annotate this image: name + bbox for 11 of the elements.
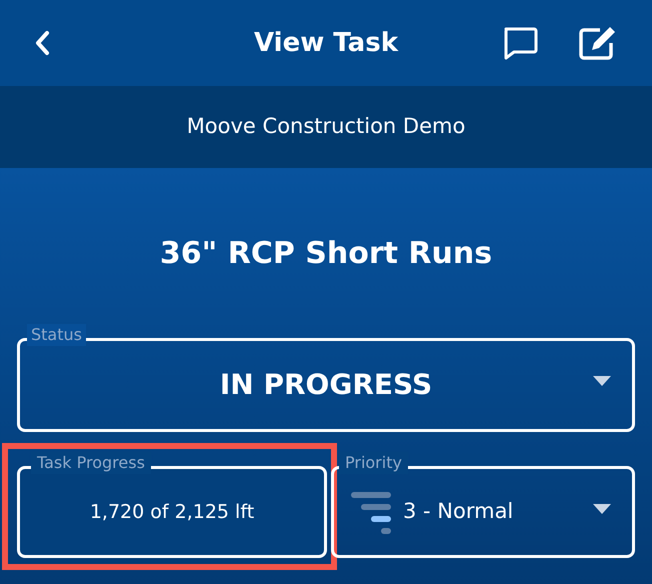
field-label: Status xyxy=(27,324,86,346)
dropdown-caret-icon xyxy=(593,504,611,514)
window-title: View Task xyxy=(254,26,398,60)
edit-icon[interactable] xyxy=(578,25,618,61)
comment-icon[interactable] xyxy=(502,26,538,60)
priority-value: 3 - Normal xyxy=(403,498,514,526)
dropdown-caret-icon xyxy=(593,376,611,386)
project-name: Moove Construction Demo xyxy=(186,113,466,140)
task-progress-value: 1,720 of 2,125 lft xyxy=(90,500,254,525)
task-title: 36" RCP Short Runs xyxy=(160,234,492,272)
status-value: IN PROGRESS xyxy=(220,367,432,403)
